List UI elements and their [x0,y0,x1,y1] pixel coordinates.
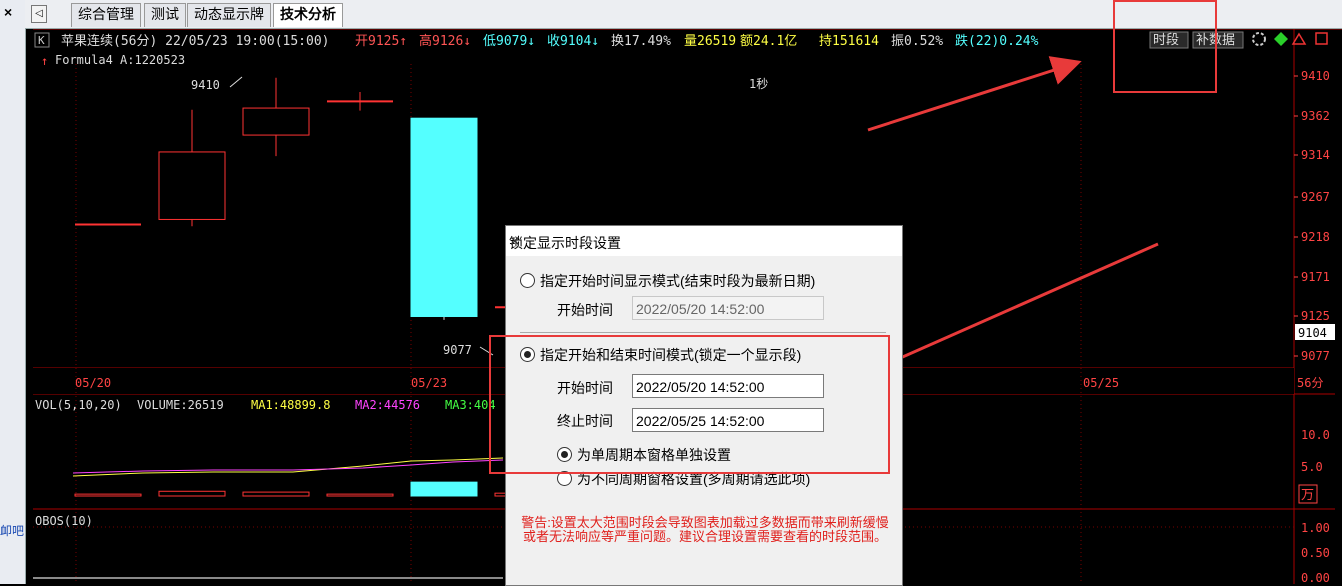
annotation-box-period-button [1113,0,1217,93]
warning-text: 警告:设置太大范围时段会导致图表加载过多数据而带来刷新缓慢或者无法响应等严重问题… [521,515,889,544]
annotation-arrow-top [867,56,1082,132]
mode1-label[interactable]: 指定开始时间显示模式(结束时段为最新日期) [540,271,815,291]
mode1-radio[interactable] [520,273,535,288]
dialog-close-icon[interactable]: ✕ [509,233,892,250]
dialog-separator [520,332,886,333]
dialog-titlebar: 锁定显示时段设置 ✕ [506,226,902,256]
mode1-start-label: 开始时间 [557,302,613,318]
mode1-start-field[interactable]: 2022/05/20 14:52:00 [632,296,824,320]
annotation-box-mode2 [489,335,890,474]
